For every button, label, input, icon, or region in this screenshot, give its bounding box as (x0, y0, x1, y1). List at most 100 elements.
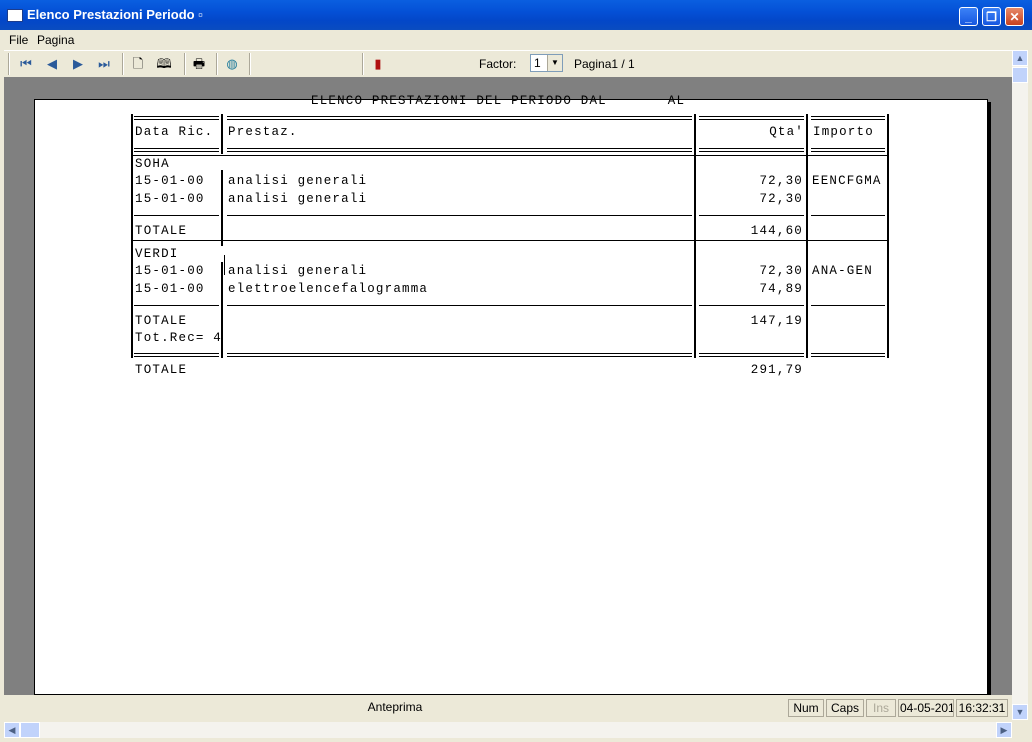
exit-door-icon[interactable]: ▮ (369, 55, 387, 73)
grand-total-label: TOTALE (135, 363, 188, 377)
status-date: 04-05-2016 (898, 699, 954, 717)
first-page-icon[interactable]: ⏮ (17, 55, 35, 73)
toolbar-separator (216, 53, 218, 75)
next-page-icon[interactable]: ▶ (69, 55, 87, 73)
rule (811, 353, 885, 354)
rule (811, 151, 885, 152)
column-divider (221, 114, 223, 154)
row-date: 15-01-00 (135, 174, 205, 188)
toolbar-grip (8, 53, 10, 75)
rule (811, 305, 885, 306)
single-page-icon[interactable]: 🗋 (129, 55, 147, 73)
rule (699, 116, 804, 117)
rule (134, 151, 219, 152)
report-page: ELENCO PRESTAZIONI DEL PERIODO DAL AL Da… (34, 94, 988, 695)
table-border-right (887, 114, 889, 358)
rule (134, 148, 219, 149)
row-qty: 72,30 (759, 174, 803, 188)
toolbar-separator (184, 53, 186, 75)
rule (699, 356, 804, 357)
two-pages-icon[interactable]: 🕮 (155, 55, 173, 73)
rule (227, 151, 692, 152)
scroll-left-icon[interactable]: ◀ (4, 722, 20, 738)
rule (227, 119, 692, 120)
row-date: 15-01-00 (135, 264, 205, 278)
application-window: Elenco Prestazioni Periodo ▫ _ ❐ ✕ File … (0, 0, 1032, 742)
row-service: elettroelencefalogramma (228, 282, 429, 296)
group-name: SOHA (135, 157, 170, 171)
toolbar-separator (362, 53, 364, 75)
title-bar: Elenco Prestazioni Periodo ▫ _ ❐ ✕ (0, 0, 1032, 30)
rule (227, 356, 692, 357)
menu-pagina[interactable]: Pagina (37, 33, 74, 47)
status-time: 16:32:31 (956, 699, 1008, 717)
minimize-button[interactable]: _ (959, 7, 978, 26)
column-header-amount: Importo (813, 125, 874, 139)
rule (699, 353, 804, 354)
menu-file[interactable]: File (9, 33, 28, 47)
rule (133, 240, 889, 241)
status-mode: Anteprima (367, 700, 423, 714)
row-qty: 74,89 (759, 282, 803, 296)
factor-label: Factor: (479, 57, 517, 71)
group-total-value: 147,19 (750, 314, 803, 328)
export-icon[interactable]: ◍ (223, 55, 241, 73)
row-qty: 72,30 (759, 192, 803, 206)
toolbar: ⏮ ◀ ▶ ⏭ 🗋 🕮 🖶 ◍ ▮ Factor: 1 ▼ Pagina1 / … (4, 50, 1012, 78)
group-name: VERDI (135, 247, 179, 261)
scroll-right-icon[interactable]: ▶ (996, 722, 1012, 738)
horizontal-scrollbar[interactable]: ◀ ▶ (4, 722, 1012, 738)
column-header-service: Prestaz. (228, 125, 298, 139)
row-date: 15-01-00 (135, 282, 205, 296)
group-total-label: TOTALE (135, 314, 188, 328)
rule (227, 148, 692, 149)
rule (811, 215, 885, 216)
rule (134, 119, 219, 120)
column-header-date: Data Ric. (135, 125, 214, 139)
print-icon[interactable]: 🖶 (190, 55, 208, 73)
close-button[interactable]: ✕ (1005, 7, 1024, 26)
rule (227, 215, 692, 216)
toolbar-separator (249, 53, 251, 75)
factor-select[interactable]: 1 ▼ (530, 54, 563, 72)
scroll-up-icon[interactable]: ▲ (1012, 50, 1028, 66)
last-page-icon[interactable]: ⏭ (95, 55, 113, 73)
rule (134, 215, 219, 216)
record-count: Tot.Rec= 4 (135, 331, 223, 345)
rule (699, 215, 804, 216)
horizontal-scroll-thumb[interactable] (20, 722, 40, 738)
rule (134, 353, 219, 354)
factor-value: 1 (534, 56, 541, 70)
restore-button[interactable]: ❐ (982, 7, 1001, 26)
table-border-left (131, 114, 133, 358)
menu-bar: File Pagina (4, 30, 1028, 49)
row-amount: ANA-GEN (812, 264, 873, 278)
grand-total-value: 291,79 (750, 363, 803, 377)
rule (811, 119, 885, 120)
scroll-down-icon[interactable]: ▼ (1012, 704, 1028, 720)
row-amount: EENCFGMA (812, 174, 882, 188)
window-title: Elenco Prestazioni Periodo ▫ (27, 7, 203, 22)
toolbar-separator (122, 53, 124, 75)
rule (811, 148, 885, 149)
status-num: Num (788, 699, 824, 717)
column-divider (806, 114, 808, 358)
rule (699, 151, 804, 152)
rule (227, 305, 692, 306)
report-header: ELENCO PRESTAZIONI DEL PERIODO DAL AL (311, 94, 686, 108)
page-indicator: Pagina1 / 1 (574, 57, 635, 71)
chevron-down-icon[interactable]: ▼ (547, 55, 562, 71)
rule (699, 119, 804, 120)
column-divider (224, 255, 225, 275)
rule (134, 305, 219, 306)
rule (699, 305, 804, 306)
vertical-scrollbar[interactable]: ▲ ▼ (1012, 50, 1028, 720)
column-divider (221, 170, 223, 246)
rule (134, 356, 219, 357)
row-date: 15-01-00 (135, 192, 205, 206)
column-divider (694, 114, 696, 358)
row-service: analisi generali (228, 264, 368, 278)
status-ins: Ins (866, 699, 896, 717)
previous-page-icon[interactable]: ◀ (43, 55, 61, 73)
vertical-scroll-thumb[interactable] (1012, 67, 1028, 83)
